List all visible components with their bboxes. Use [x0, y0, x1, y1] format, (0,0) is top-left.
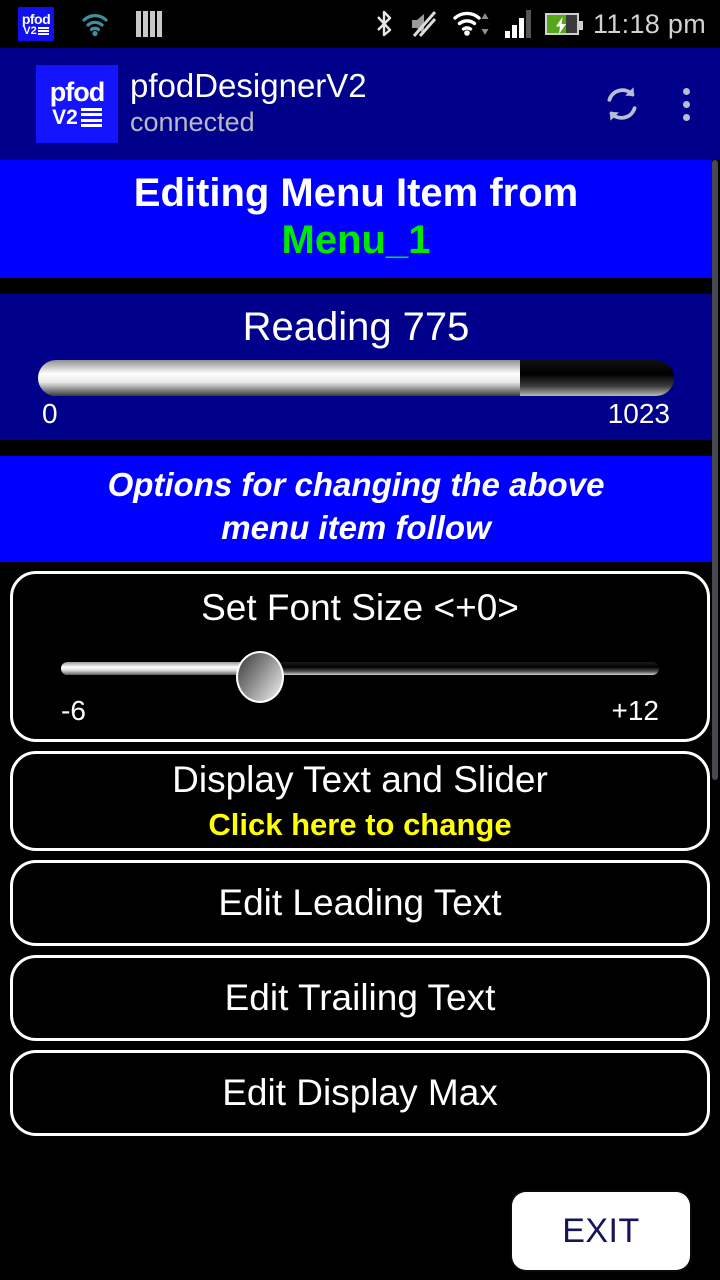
wifi-icon: [453, 11, 489, 36]
font-size-max-label: +12: [611, 694, 660, 726]
pfod-notification-icon: pfod V2: [18, 7, 54, 41]
preview-slider-label: Reading 775: [242, 305, 470, 350]
font-size-card[interactable]: Set Font Size <+0> -6 +12: [10, 571, 710, 742]
pfod-logo-icon[interactable]: pfod V2: [36, 65, 118, 143]
preview-slider-min-label: 0: [42, 398, 58, 430]
app-logo-line2: V2: [52, 106, 102, 129]
volume-muted-icon: [412, 11, 437, 37]
vertical-scrollbar[interactable]: [712, 160, 718, 780]
option-row-edit-leading-text[interactable]: Edit Leading Text: [10, 859, 710, 946]
refresh-icon[interactable]: [601, 83, 643, 125]
wifi-teal-icon: [82, 14, 108, 37]
vertical-bars-icon: [136, 11, 162, 37]
font-size-min-label: -6: [61, 694, 86, 726]
hamburger-glyph: [37, 27, 49, 35]
font-size-fill: [61, 661, 261, 675]
charging-bolt-glyph: [556, 17, 567, 34]
preview-slider-labels: 0 1023: [0, 396, 712, 430]
divider: [0, 440, 720, 457]
status-bar-left-icons: pfod V2: [0, 7, 162, 41]
option-row-label: Edit Trailing Text: [224, 976, 496, 1018]
editing-banner-menu-name: Menu_1: [281, 218, 431, 263]
font-size-thumb[interactable]: [236, 650, 285, 703]
preview-slider-fill: [38, 360, 521, 397]
cellular-signal-icon: [505, 10, 532, 38]
option-row-sublabel: Click here to change: [208, 807, 512, 843]
font-size-track[interactable]: [61, 650, 659, 703]
divider: [0, 278, 720, 295]
app-bar-titles: pfodDesignerV2 connected: [130, 69, 367, 138]
exit-button[interactable]: EXIT: [512, 1192, 690, 1270]
option-row-display-text-and-slider[interactable]: Display Text and Slider Click here to ch…: [10, 750, 710, 851]
app-bar-actions: [601, 83, 700, 125]
overflow-menu-icon[interactable]: [673, 84, 700, 125]
pfod-notification-line2: V2: [23, 25, 49, 37]
bluetooth-icon: [377, 10, 392, 37]
options-banner-line1: Options for changing the above: [107, 466, 605, 504]
editing-banner-line1: Editing Menu Item from: [133, 171, 579, 215]
connection-status: connected: [130, 107, 255, 138]
option-row-edit-display-max[interactable]: Edit Display Max: [10, 1049, 710, 1136]
preview-slider-track-wrap[interactable]: [0, 360, 712, 397]
status-bar-right-icons: 11:18 pm: [373, 9, 720, 40]
font-size-slider[interactable]: [13, 650, 707, 703]
phone-screen: pfod V2 11:18 pm pfod V2 pfodDesignerV2 …: [0, 0, 720, 1280]
preview-slider-max-label: 1023: [607, 398, 670, 430]
battery-charging-icon: [545, 13, 584, 35]
options-banner-line2: menu item follow: [221, 509, 491, 547]
option-row-edit-trailing-text[interactable]: Edit Trailing Text: [10, 954, 710, 1041]
preview-slider-track[interactable]: [38, 360, 674, 397]
content-scroll-area[interactable]: Editing Menu Item from Menu_1 Reading 77…: [0, 160, 720, 1280]
hamburger-glyph: [80, 107, 102, 128]
font-size-title: Set Font Size <+0>: [201, 587, 519, 629]
option-row-label: Edit Display Max: [222, 1071, 498, 1113]
app-logo-line1: pfod: [49, 76, 105, 107]
font-size-labels: -6 +12: [13, 685, 707, 727]
app-bar: pfod V2 pfodDesignerV2 connected: [0, 48, 720, 160]
editing-banner: Editing Menu Item from Menu_1: [0, 160, 712, 279]
app-title: pfodDesignerV2: [130, 67, 367, 105]
pfod-notification-line1: pfod: [21, 10, 51, 27]
preview-slider-panel[interactable]: Reading 775 0 1023: [0, 294, 712, 441]
option-row-label: Edit Leading Text: [218, 881, 502, 923]
status-bar: pfod V2 11:18 pm: [0, 0, 720, 48]
exit-button-label: EXIT: [562, 1211, 640, 1250]
options-banner: Options for changing the above menu item…: [0, 456, 712, 563]
option-row-label: Display Text and Slider: [172, 759, 548, 801]
status-bar-clock: 11:18 pm: [593, 8, 706, 39]
